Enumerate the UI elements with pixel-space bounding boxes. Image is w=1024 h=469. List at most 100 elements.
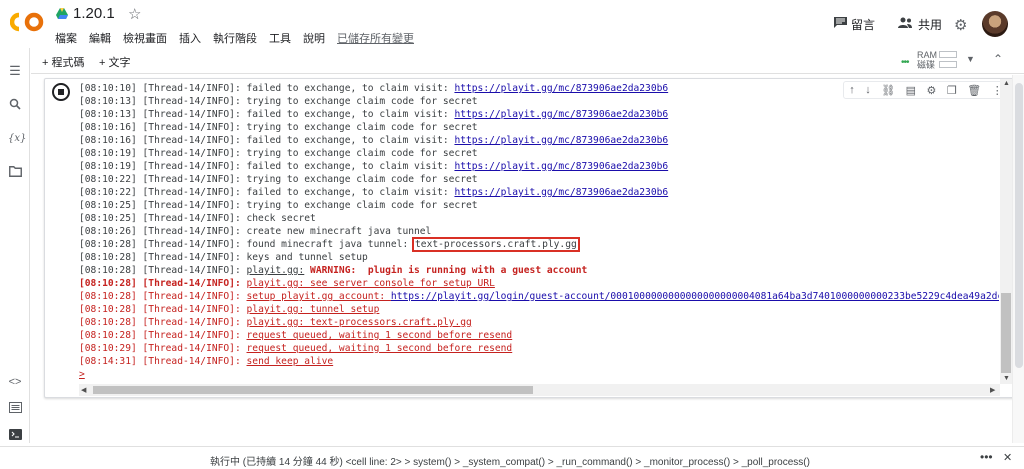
gear-icon[interactable]: ⚙ [927,84,937,97]
delete-icon[interactable]: 🗑 [967,84,981,97]
menu-bar: 檔案 編輯 檢視畫面 插入 執行階段 工具 說明 已儲存所有變更 [55,30,414,46]
code-snippets-icon[interactable]: <> [8,375,22,389]
log-prefix: [08:10:28] [Thread-14/INFO]: [79,317,247,328]
log-text-red[interactable]: setup playit.gg account: [247,291,391,302]
log-text: [08:10:25] [Thread-14/INFO]: trying to e… [79,200,478,211]
add-code-button[interactable]: + 程式碼 [42,54,84,70]
menu-insert[interactable]: 插入 [179,30,201,46]
more-icon[interactable]: ••• [980,450,993,464]
vertical-scroll-thumb[interactable] [1001,293,1011,373]
arrow-down-icon[interactable]: ↓ [865,84,871,96]
log-text: [08:10:13] [Thread-14/INFO]: trying to e… [79,96,478,107]
log-link[interactable]: https://playit.gg/mc/873906ae2da230b6 [454,161,668,172]
notebook-title[interactable]: 1.20.1 [73,5,115,22]
cell-output: [08:10:10] [Thread-14/INFO]: failed to e… [79,82,999,382]
colab-logo[interactable] [10,10,44,34]
output-line: [08:10:19] [Thread-14/INFO]: trying to e… [79,147,999,160]
log-prefix: [08:10:28] [Thread-14/INFO]: [79,330,247,341]
output-line: [08:10:29] [Thread-14/INFO]: request que… [79,342,999,355]
log-text-red[interactable]: request queued, waiting 1 second before … [247,343,513,354]
log-text-red[interactable]: playit.gg: tunnel setup [247,304,380,315]
log-text: [08:10:28] [Thread-14/INFO]: [79,265,247,276]
scroll-down-icon[interactable]: ▼ [1003,375,1010,382]
avatar[interactable] [982,11,1008,37]
variables-icon[interactable]: {x} [8,132,26,146]
menu-file[interactable]: 檔案 [55,30,77,46]
output-line: [08:10:28] [Thread-14/INFO]: found minec… [79,237,999,252]
output-line: [08:10:28] [Thread-14/INFO]: setup playi… [79,290,999,303]
saved-status[interactable]: 已儲存所有變更 [337,30,414,46]
output-line: [08:10:22] [Thread-14/INFO]: trying to e… [79,173,999,186]
output-vertical-scrollbar[interactable]: ▲ ▼ [1000,79,1012,384]
log-text: [08:10:22] [Thread-14/INFO]: trying to e… [79,174,478,185]
comment-icon[interactable] [834,17,847,28]
ram-label: RAM [917,50,937,60]
log-text-red[interactable]: playit.gg: text-processors.craft.ply.gg [247,317,472,328]
chevron-up-icon[interactable]: ⌃ [993,52,1003,66]
comment-icon[interactable]: ▤ [906,84,916,97]
horizontal-scroll-thumb[interactable] [93,386,533,394]
page-scrollbar[interactable] [1012,75,1024,443]
status-bar: 執行中 (已持續 14 分鐘 44 秒) <cell line: 2> > sy… [0,446,1024,469]
log-text-red[interactable]: send keep alive [247,356,334,367]
log-prefix: [08:10:29] [Thread-14/INFO]: [79,343,247,354]
settings-gear-icon[interactable]: ⚙ [954,16,967,34]
scroll-right-icon[interactable]: ▶ [990,386,995,394]
resource-labels[interactable]: RAM 磁碟 [917,50,937,70]
command-palette-icon[interactable] [8,402,22,416]
log-link-text[interactable]: playit.gg: [247,265,305,276]
log-link[interactable]: https://playit.gg/mc/873906ae2da230b6 [454,83,668,94]
scroll-left-icon[interactable]: ◀ [81,386,86,394]
menu-view[interactable]: 檢視畫面 [123,30,167,46]
log-link[interactable]: https://playit.gg/mc/873906ae2da230b6 [454,109,668,120]
disk-label: 磁碟 [917,60,936,70]
output-line: [08:10:25] [Thread-14/INFO]: trying to e… [79,199,999,212]
code-cell[interactable]: [08:10:10] [Thread-14/INFO]: failed to e… [44,78,1016,398]
chevron-down-icon[interactable]: ▼ [966,54,975,64]
log-text: [08:10:10] [Thread-14/INFO]: failed to e… [79,83,455,94]
comment-button[interactable]: 留言 [851,16,875,33]
log-text-red[interactable]: > [79,369,85,380]
output-line: [08:10:16] [Thread-14/INFO]: failed to e… [79,134,999,147]
log-text-red[interactable]: request queued, waiting 1 second before … [247,330,513,341]
files-icon[interactable] [8,166,22,180]
log-link[interactable]: https://playit.gg/mc/873906ae2da230b6 [454,135,668,146]
execution-status[interactable]: 執行中 (已持續 14 分鐘 44 秒) <cell line: 2> > sy… [210,453,810,468]
share-button[interactable]: 共用 [918,16,942,33]
add-text-button[interactable]: + 文字 [99,54,130,70]
output-horizontal-scrollbar[interactable]: ◀ ▶ [79,384,1000,396]
resource-bars[interactable] [939,51,957,71]
menu-help[interactable]: 說明 [303,30,325,46]
output-line: [08:10:19] [Thread-14/INFO]: failed to e… [79,160,999,173]
stop-execution-icon[interactable] [52,83,70,101]
link-icon[interactable]: ⛓ [881,84,895,97]
star-icon[interactable]: ☆ [128,5,141,23]
terminal-icon[interactable] [8,429,22,443]
toc-icon[interactable]: ☰ [8,64,22,78]
log-link[interactable]: https://playit.gg/mc/873906ae2da230b6 [454,187,668,198]
log-text: [08:10:22] [Thread-14/INFO]: failed to e… [79,187,455,198]
log-link[interactable]: https://playit.gg/login/guest-account/00… [391,291,999,302]
output-line: [08:10:28] [Thread-14/INFO]: keys and tu… [79,251,999,264]
arrow-up-icon[interactable]: ↑ [849,84,855,96]
mirror-icon[interactable]: ❐ [947,84,957,97]
search-icon[interactable] [8,98,22,112]
disk-bar [939,61,957,68]
menu-tools[interactable]: 工具 [269,30,291,46]
output-line: [08:10:28] [Thread-14/INFO]: playit.gg: … [79,316,999,329]
share-icon[interactable] [898,17,912,28]
page-scroll-thumb[interactable] [1015,83,1023,368]
log-text: [08:10:19] [Thread-14/INFO]: failed to e… [79,161,455,172]
output-line: [08:10:28] [Thread-14/INFO]: playit.gg: … [79,277,999,290]
output-line: [08:14:31] [Thread-14/INFO]: send keep a… [79,355,999,368]
menu-runtime[interactable]: 執行階段 [213,30,257,46]
scroll-up-icon[interactable]: ▲ [1003,80,1010,87]
log-text: [08:10:25] [Thread-14/INFO]: check secre… [79,213,316,224]
drive-icon[interactable] [56,8,68,20]
log-text: [08:10:28] [Thread-14/INFO]: found minec… [79,239,415,250]
output-line: [08:10:25] [Thread-14/INFO]: check secre… [79,212,999,225]
menu-edit[interactable]: 編輯 [89,30,111,46]
log-text-red[interactable]: playit.gg: see server console for setup … [247,278,495,289]
left-sidebar: ☰ {x} <> [0,48,30,443]
close-icon[interactable]: ✕ [1003,451,1012,464]
